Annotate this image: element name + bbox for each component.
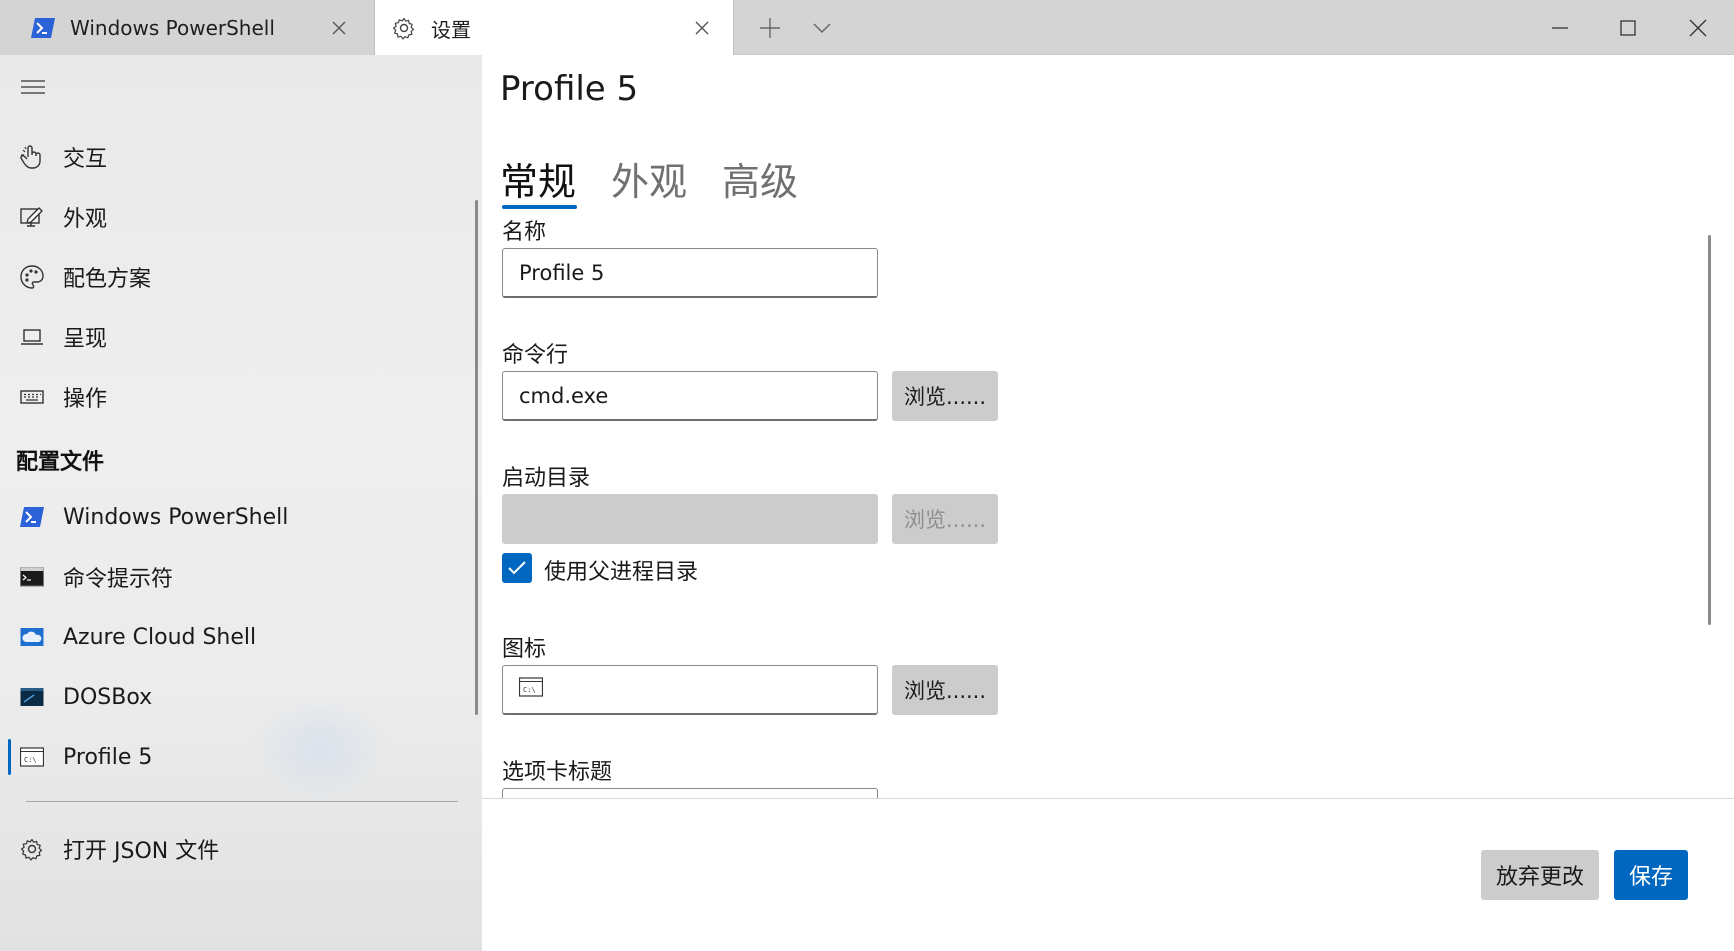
close-icon[interactable] — [328, 17, 350, 39]
tab-title-input[interactable] — [502, 788, 878, 798]
tab-label: 设置 — [431, 17, 471, 42]
commandline-browse-button[interactable]: 浏览...... — [892, 371, 998, 421]
save-button[interactable]: 保存 — [1614, 850, 1688, 900]
hand-pointer-icon — [19, 144, 45, 170]
commandline-input-value: cmd.exe — [519, 383, 609, 408]
tab-advanced[interactable]: 高级 — [722, 151, 798, 206]
use-parent-dir-checkbox[interactable] — [502, 553, 532, 583]
name-input-value: Profile 5 — [519, 260, 605, 285]
dosbox-icon — [19, 684, 45, 710]
sidebar-item-interaction[interactable]: 交互 — [0, 132, 470, 182]
sidebar: 交互 外观 配色方案 呈现 操作 配置文件 Windows PowerShell — [0, 55, 482, 951]
page-title: Profile 5 — [500, 69, 639, 109]
cmd-prompt-icon: C:\ — [518, 677, 544, 702]
pen-monitor-icon — [19, 204, 45, 230]
cmd-icon — [19, 564, 45, 590]
close-icon — [1689, 19, 1707, 37]
discard-changes-button[interactable]: 放弃更改 — [1481, 850, 1599, 900]
icon-label: 图标 — [502, 637, 547, 662]
tab-settings[interactable]: 设置 — [374, 0, 734, 56]
sidebar-item-profile-5[interactable]: C:\ Profile 5 — [0, 732, 470, 782]
startdir-browse-button[interactable]: 浏览...... — [892, 494, 998, 544]
title-bar: Windows PowerShell 设置 — [0, 0, 1734, 56]
sidebar-item-label: Azure Cloud Shell — [63, 624, 257, 650]
sidebar-item-color-schemes[interactable]: 配色方案 — [0, 252, 470, 302]
cmd-prompt-icon: C:\ — [19, 744, 45, 770]
tab-dropdown-button[interactable] — [808, 14, 836, 42]
tab-general[interactable]: 常规 — [500, 151, 576, 206]
sidebar-item-label: 呈现 — [63, 327, 108, 352]
startdir-label: 启动目录 — [502, 466, 591, 491]
name-input[interactable]: Profile 5 — [502, 248, 878, 298]
sidebar-item-label: 交互 — [63, 147, 108, 172]
sidebar-item-label: Windows PowerShell — [63, 504, 289, 530]
sidebar-item-profile-dosbox[interactable]: DOSBox — [0, 672, 470, 722]
icon-input[interactable]: C:\ — [502, 665, 878, 715]
sidebar-scrollbar[interactable] — [475, 200, 478, 715]
chevron-down-icon — [813, 23, 831, 34]
sidebar-item-profile-windows-powershell[interactable]: Windows PowerShell — [0, 492, 470, 542]
sidebar-item-label: 配色方案 — [63, 267, 152, 292]
startdir-input[interactable] — [502, 494, 878, 544]
tab-title-label: 选项卡标题 — [502, 760, 613, 785]
close-icon[interactable] — [691, 17, 713, 39]
commandline-label: 命令行 — [502, 343, 569, 368]
sidebar-item-appearance[interactable]: 外观 — [0, 192, 470, 242]
sidebar-item-open-json[interactable]: 打开 JSON 文件 — [0, 824, 470, 874]
sidebar-item-actions[interactable]: 操作 — [0, 372, 470, 422]
sidebar-item-label: Profile 5 — [63, 744, 153, 770]
new-tab-button[interactable] — [756, 14, 784, 42]
svg-text:C:\: C:\ — [24, 756, 37, 764]
minimize-button[interactable] — [1542, 10, 1578, 46]
sidebar-item-label: 操作 — [63, 387, 108, 412]
sidebar-divider — [26, 801, 458, 802]
gear-icon — [391, 15, 417, 41]
laptop-icon — [19, 324, 45, 350]
powershell-icon — [19, 504, 45, 530]
profiles-section-title: 配置文件 — [16, 450, 105, 475]
gear-icon — [19, 836, 45, 862]
commandline-input[interactable]: cmd.exe — [502, 371, 878, 421]
active-tab-indicator — [502, 205, 577, 209]
keyboard-icon — [19, 384, 45, 410]
checkmark-icon — [508, 561, 526, 575]
sidebar-item-label: DOSBox — [63, 684, 153, 710]
tab-label: Windows PowerShell — [70, 15, 275, 40]
tab-appearance[interactable]: 外观 — [611, 151, 687, 206]
use-parent-dir-label: 使用父进程目录 — [544, 560, 699, 585]
settings-main-panel: Profile 5 常规 外观 高级 名称 Profile 5 命令行 cmd.… — [482, 55, 1734, 951]
sidebar-item-profile-azure-cloud-shell[interactable]: Azure Cloud Shell — [0, 612, 470, 662]
window-close-button[interactable] — [1680, 10, 1716, 46]
icon-browse-button[interactable]: 浏览...... — [892, 665, 998, 715]
main-scrollbar[interactable] — [1708, 235, 1711, 625]
minimize-icon — [1552, 27, 1568, 29]
plus-icon — [760, 18, 780, 38]
powershell-icon — [30, 15, 56, 41]
sidebar-item-label: 命令提示符 — [63, 567, 174, 592]
sidebar-item-rendering[interactable]: 呈现 — [0, 312, 470, 362]
sidebar-item-label: 外观 — [63, 207, 108, 232]
sidebar-item-label: 打开 JSON 文件 — [63, 839, 220, 864]
maximize-button[interactable] — [1610, 10, 1646, 46]
name-label: 名称 — [502, 220, 547, 245]
tab-windows-powershell[interactable]: Windows PowerShell — [0, 0, 370, 55]
sidebar-item-profile-cmd[interactable]: 命令提示符 — [0, 552, 470, 602]
palette-icon — [19, 264, 45, 290]
maximize-icon — [1620, 20, 1636, 36]
footer-divider — [482, 798, 1734, 799]
svg-text:C:\: C:\ — [523, 686, 536, 694]
azure-cloud-shell-icon — [19, 624, 45, 650]
hamburger-menu-icon[interactable] — [20, 77, 46, 97]
